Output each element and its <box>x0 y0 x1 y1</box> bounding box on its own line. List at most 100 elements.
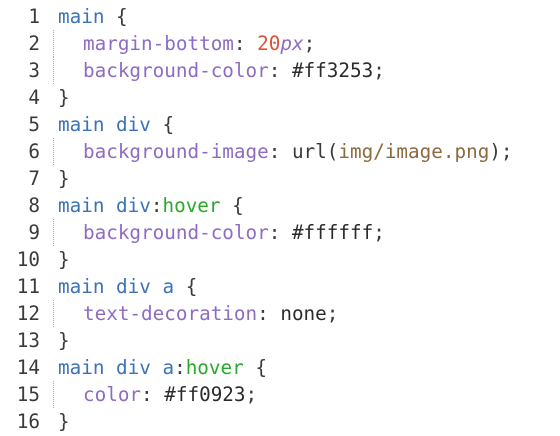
close-paren: ) <box>489 140 501 163</box>
indent-guide <box>53 300 54 327</box>
code-line: 10 } <box>0 246 560 273</box>
css-selector: main div <box>58 113 151 136</box>
css-property: background-image <box>83 140 269 163</box>
code-editor[interactable]: 1 main { 2 margin-bottom: 20px; 3 backgr… <box>0 0 560 436</box>
css-value: none <box>280 302 327 325</box>
colon: : <box>257 302 281 325</box>
code-text[interactable]: background-color: #ff3253; <box>40 57 560 84</box>
code-text[interactable]: main div a:hover { <box>40 354 560 381</box>
indent-guide <box>53 138 54 165</box>
css-property: color <box>83 383 142 406</box>
colon: : <box>268 140 292 163</box>
css-value: #ffffff <box>291 221 374 244</box>
semicolon: ; <box>326 302 339 325</box>
css-value: #ff0923 <box>164 383 246 406</box>
line-number: 6 <box>28 140 40 163</box>
indent-guide <box>53 57 54 84</box>
close-brace: } <box>58 167 70 190</box>
close-brace: } <box>58 86 70 109</box>
code-text[interactable]: main div a { <box>40 273 560 300</box>
css-property: background-color <box>83 221 269 244</box>
unit: px <box>280 32 304 55</box>
line-number: 13 <box>16 329 40 352</box>
indent-guide <box>53 30 54 57</box>
open-brace: { <box>243 356 267 379</box>
close-brace: } <box>58 248 70 271</box>
open-brace: { <box>220 194 244 217</box>
open-brace: { <box>150 113 175 136</box>
code-text[interactable]: } <box>40 327 560 354</box>
colon: : <box>268 221 292 244</box>
line-number: 5 <box>28 113 40 136</box>
open-brace: { <box>174 275 198 298</box>
code-line: 8 main div:hover { <box>0 192 560 219</box>
code-line: 5 main div { <box>0 111 560 138</box>
code-line: 14 main div a:hover { <box>0 354 560 381</box>
code-text[interactable]: } <box>40 408 560 435</box>
code-text[interactable]: color: #ff0923; <box>40 381 560 408</box>
pseudo-colon: : <box>150 194 163 217</box>
colon: : <box>141 383 165 406</box>
code-text[interactable]: } <box>40 165 560 192</box>
url-string: img/image.png <box>338 140 490 163</box>
code-line: 16 } <box>0 408 560 435</box>
code-text[interactable]: } <box>40 246 560 273</box>
code-line: 1 main { <box>0 3 560 30</box>
line-number: 3 <box>28 59 40 82</box>
code-line: 4 } <box>0 84 560 111</box>
css-property: margin-bottom <box>83 32 234 55</box>
line-number: 15 <box>16 383 40 406</box>
css-selector: main div <box>58 194 151 217</box>
code-line: 13 } <box>0 327 560 354</box>
semicolon: ; <box>245 383 258 406</box>
code-line: 15 color: #ff0923; <box>0 381 560 408</box>
colon: : <box>233 32 258 55</box>
open-brace: { <box>104 5 128 28</box>
css-property: background-color <box>83 59 269 82</box>
css-selector: main <box>58 5 105 28</box>
code-text[interactable]: text-decoration: none; <box>40 300 560 327</box>
line-number: 14 <box>16 356 40 379</box>
code-text[interactable]: main { <box>40 3 560 30</box>
code-text[interactable]: background-image: url(img/image.png); <box>40 138 560 165</box>
semicolon: ; <box>373 59 385 82</box>
css-selector: main div a <box>58 275 175 298</box>
code-text[interactable]: main div { <box>40 111 560 138</box>
indent-guide <box>53 219 54 246</box>
line-number: 16 <box>16 410 40 433</box>
code-line: 7 } <box>0 165 560 192</box>
code-line: 6 background-image: url(img/image.png); <box>0 138 560 165</box>
line-number: 4 <box>28 86 40 109</box>
code-text[interactable]: background-color: #ffffff; <box>40 219 560 246</box>
line-number: 10 <box>16 248 40 271</box>
line-number: 1 <box>28 5 40 28</box>
line-number: 12 <box>16 302 40 325</box>
colon: : <box>268 59 292 82</box>
close-brace: } <box>58 329 70 352</box>
close-brace: } <box>58 410 70 433</box>
code-text[interactable]: } <box>40 84 560 111</box>
line-number: 9 <box>28 221 40 244</box>
line-number: 11 <box>16 275 40 298</box>
code-line: 11 main div a { <box>0 273 560 300</box>
code-line: 12 text-decoration: none; <box>0 300 560 327</box>
code-line: 9 background-color: #ffffff; <box>0 219 560 246</box>
semicolon: ; <box>500 140 513 163</box>
open-paren: ( <box>326 140 339 163</box>
line-number: 7 <box>28 167 40 190</box>
line-number: 2 <box>28 32 40 55</box>
semicolon: ; <box>373 221 385 244</box>
code-text[interactable]: margin-bottom: 20px; <box>40 30 560 57</box>
code-text[interactable]: main div:hover { <box>40 192 560 219</box>
number-value: 20 <box>257 32 281 55</box>
css-function: url <box>291 140 327 163</box>
css-selector: main div a <box>58 356 175 379</box>
css-value: #ff3253 <box>291 59 374 82</box>
code-line: 3 background-color: #ff3253; <box>0 57 560 84</box>
css-property: text-decoration <box>83 302 258 325</box>
pseudo-class: hover <box>185 356 244 379</box>
indent-guide <box>53 381 54 408</box>
pseudo-class: hover <box>162 194 221 217</box>
line-number: 8 <box>28 194 40 217</box>
semicolon: ; <box>303 32 316 55</box>
